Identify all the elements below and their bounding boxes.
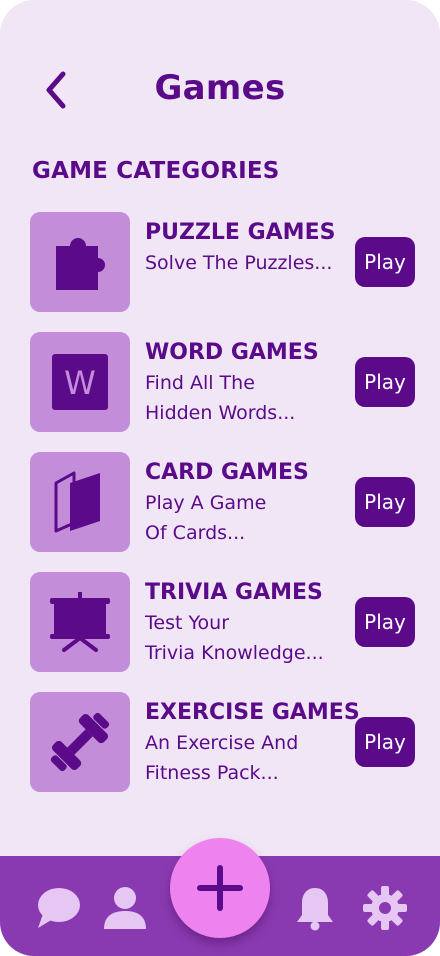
settings-icon <box>363 886 407 930</box>
app-screen: Games GAME CATEGORIES PUZZLE GAMES Solve… <box>0 0 440 956</box>
play-button[interactable]: Play <box>355 477 415 527</box>
category-tile <box>30 572 130 672</box>
section-title: GAME CATEGORIES <box>32 158 280 184</box>
bell-icon <box>297 888 333 931</box>
add-icon <box>197 865 243 911</box>
category-name: PUZZLE GAMES <box>145 220 336 245</box>
presentation-board-icon <box>50 592 110 652</box>
play-button[interactable]: Play <box>355 357 415 407</box>
category-description: Test Your Trivia Knowledge... <box>145 612 324 664</box>
category-info: TRIVIA GAMES Test Your Trivia Knowledge.… <box>145 578 355 668</box>
add-button[interactable] <box>170 838 270 938</box>
category-word-games[interactable]: W WORD GAMES Find All The Hidden Words..… <box>30 332 420 432</box>
nav-notifications[interactable] <box>291 884 339 932</box>
category-description: Solve The Puzzles... <box>145 252 333 274</box>
category-tile: W <box>30 332 130 432</box>
category-name: TRIVIA GAMES <box>145 580 323 605</box>
category-tile <box>30 212 130 312</box>
chat-icon <box>38 888 80 928</box>
dumbbell-icon <box>50 712 110 772</box>
nav-chat[interactable] <box>34 884 82 932</box>
profile-icon <box>104 887 146 929</box>
category-info: EXERCISE GAMES An Exercise And Fitness P… <box>145 698 360 788</box>
category-exercise-games[interactable]: EXERCISE GAMES An Exercise And Fitness P… <box>30 692 420 792</box>
play-button[interactable]: Play <box>355 717 415 767</box>
cards-icon <box>54 471 100 533</box>
page-title: Games <box>154 68 286 108</box>
letter-w-icon: W <box>52 354 108 410</box>
category-name: WORD GAMES <box>145 340 319 365</box>
play-button[interactable]: Play <box>355 597 415 647</box>
tile-letter: W <box>64 364 96 402</box>
nav-settings[interactable] <box>361 884 409 932</box>
puzzle-piece-icon <box>56 238 105 290</box>
category-info: PUZZLE GAMES Solve The Puzzles... <box>145 218 355 278</box>
category-info: CARD GAMES Play A Game Of Cards... <box>145 458 355 548</box>
category-description: An Exercise And Fitness Pack... <box>145 732 299 784</box>
category-description: Play A Game Of Cards... <box>145 492 267 544</box>
category-name: CARD GAMES <box>145 460 309 485</box>
category-name: EXERCISE GAMES <box>145 700 360 725</box>
category-trivia-games[interactable]: TRIVIA GAMES Test Your Trivia Knowledge.… <box>30 572 420 672</box>
category-tile <box>30 452 130 552</box>
header: Games <box>0 60 440 120</box>
category-card-games[interactable]: CARD GAMES Play A Game Of Cards... Play <box>30 452 420 552</box>
category-puzzle-games[interactable]: PUZZLE GAMES Solve The Puzzles... Play <box>30 212 420 312</box>
category-description: Find All The Hidden Words... <box>145 372 296 424</box>
play-button[interactable]: Play <box>355 237 415 287</box>
category-info: WORD GAMES Find All The Hidden Words... <box>145 338 355 428</box>
category-tile <box>30 692 130 792</box>
category-list: PUZZLE GAMES Solve The Puzzles... Play W… <box>30 212 420 812</box>
nav-profile[interactable] <box>101 884 149 932</box>
